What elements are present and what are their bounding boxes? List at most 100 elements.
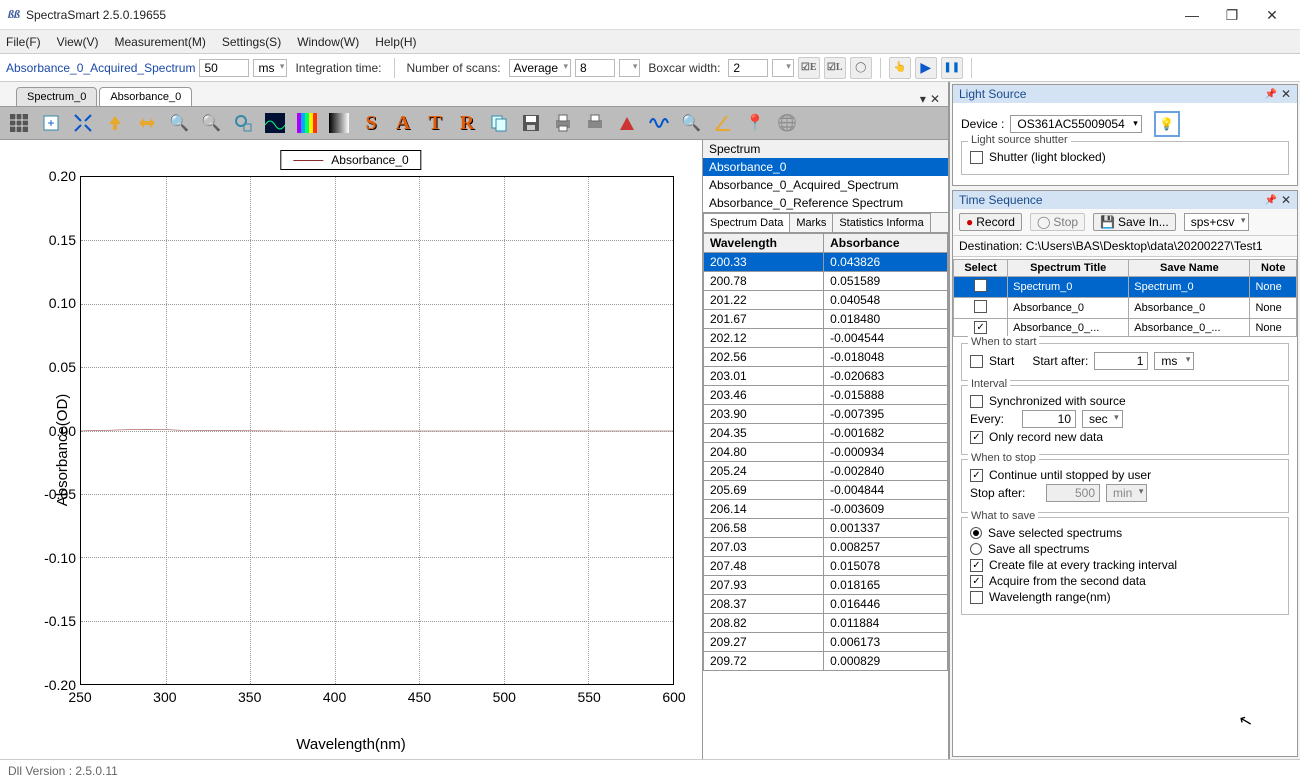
data-row[interactable]: 200.330.043826	[704, 253, 948, 272]
zoom-rect-icon[interactable]	[228, 109, 258, 137]
boxcar-unit[interactable]	[772, 59, 793, 77]
scans-unit[interactable]	[619, 59, 640, 77]
menu-measurement[interactable]: Measurement(M)	[114, 35, 205, 49]
data-row[interactable]: 201.670.018480	[704, 310, 948, 329]
device-select[interactable]: OS361AC55009054	[1010, 115, 1141, 133]
tab-spectrum-0[interactable]: Spectrum_0	[16, 87, 97, 106]
wl-range-checkbox[interactable]	[970, 591, 983, 604]
data-table[interactable]: Wavelength Absorbance 200.330.043826200.…	[703, 233, 948, 759]
ts-row[interactable]: Spectrum_0Spectrum_0None	[954, 277, 1297, 298]
sync-checkbox[interactable]	[970, 395, 983, 408]
print2-icon[interactable]	[580, 109, 610, 137]
data-row[interactable]: 209.720.000829	[704, 652, 948, 671]
data-row[interactable]: 207.030.008257	[704, 538, 948, 557]
save-all-radio[interactable]	[970, 543, 982, 555]
continue-checkbox[interactable]: ✓	[970, 469, 983, 482]
data-row[interactable]: 202.56-0.018048	[704, 348, 948, 367]
play-button[interactable]: ▶	[915, 57, 937, 79]
tab-dropdown-icon[interactable]: ▾	[920, 92, 926, 106]
bulb-icon[interactable]: 💡	[1154, 111, 1180, 137]
data-row[interactable]: 207.480.015078	[704, 557, 948, 576]
toggle-l-button[interactable]: ☑L	[824, 57, 846, 79]
data-row[interactable]: 206.580.001337	[704, 519, 948, 538]
menu-view[interactable]: View(V)	[57, 35, 99, 49]
toggle-e-button[interactable]: ☑E	[798, 57, 820, 79]
t-letter-icon[interactable]: T	[420, 109, 450, 137]
plot-box[interactable]	[80, 176, 674, 685]
ts-row[interactable]: ✓Absorbance_0_...Absorbance_0_...None	[954, 319, 1297, 337]
pointer-tool-icon[interactable]: 👆	[889, 57, 911, 79]
data-row[interactable]: 202.12-0.004544	[704, 329, 948, 348]
add-icon[interactable]: +	[36, 109, 66, 137]
lr-arrow-icon[interactable]	[132, 109, 162, 137]
rainbow-icon[interactable]	[292, 109, 322, 137]
data-row[interactable]: 204.80-0.000934	[704, 443, 948, 462]
pin-icon[interactable]: 📍	[740, 109, 770, 137]
ts-row[interactable]: Absorbance_0Absorbance_0None	[954, 298, 1297, 319]
zoom-out-icon[interactable]: 🔍	[196, 109, 226, 137]
pin-icon[interactable]: 📌	[1264, 195, 1276, 206]
a-letter-icon[interactable]: A	[388, 109, 418, 137]
pause-button[interactable]: ❚❚	[941, 57, 963, 79]
tab-marks[interactable]: Marks	[789, 213, 833, 232]
data-row[interactable]: 203.46-0.015888	[704, 386, 948, 405]
tab-spectrum-data[interactable]: Spectrum Data	[703, 213, 790, 232]
fit-icon[interactable]	[68, 109, 98, 137]
spectrum-list-item[interactable]: Absorbance_0_Acquired_Spectrum	[703, 176, 948, 194]
spectrum-list[interactable]: Spectrum Absorbance_0Absorbance_0_Acquir…	[703, 140, 948, 213]
only-new-checkbox[interactable]: ✓	[970, 431, 983, 444]
format-select[interactable]: sps+csv	[1184, 213, 1250, 231]
gray-icon[interactable]	[324, 109, 354, 137]
col-wavelength[interactable]: Wavelength	[704, 234, 824, 253]
peak-icon[interactable]	[612, 109, 642, 137]
wave-icon[interactable]	[644, 109, 674, 137]
scans-value[interactable]	[575, 59, 615, 77]
average-select[interactable]: Average	[509, 59, 571, 77]
data-row[interactable]: 205.24-0.002840	[704, 462, 948, 481]
print-icon[interactable]	[548, 109, 578, 137]
boxcar-value[interactable]	[728, 59, 768, 77]
panel-close-icon[interactable]: ✕	[1281, 193, 1291, 207]
maximize-button[interactable]: ❐	[1212, 1, 1252, 29]
data-row[interactable]: 208.370.016446	[704, 595, 948, 614]
every-value[interactable]	[1022, 410, 1076, 428]
integration-unit-select[interactable]: ms	[253, 59, 287, 77]
panel-close-icon[interactable]: ✕	[1281, 87, 1291, 101]
data-row[interactable]: 201.220.040548	[704, 291, 948, 310]
col-absorbance[interactable]: Absorbance	[824, 234, 948, 253]
menu-help[interactable]: Help(H)	[375, 35, 416, 49]
data-row[interactable]: 209.270.006173	[704, 633, 948, 652]
every-unit-select[interactable]: sec	[1082, 410, 1123, 428]
menu-window[interactable]: Window(W)	[297, 35, 359, 49]
save-icon[interactable]	[516, 109, 546, 137]
data-row[interactable]: 203.90-0.007395	[704, 405, 948, 424]
zoom-in-icon[interactable]: 🔍	[164, 109, 194, 137]
toggle-c-button[interactable]: ◯	[850, 57, 872, 79]
angle-icon[interactable]	[708, 109, 738, 137]
shutter-checkbox[interactable]	[970, 151, 983, 164]
r-letter-icon[interactable]: R	[452, 109, 482, 137]
ts-spectrum-table[interactable]: Select Spectrum Title Save Name Note Spe…	[953, 259, 1297, 337]
save-selected-radio[interactable]	[970, 527, 982, 539]
data-row[interactable]: 205.69-0.004844	[704, 481, 948, 500]
start-after-value[interactable]	[1094, 352, 1148, 370]
start-unit-select[interactable]: ms	[1154, 352, 1194, 370]
start-checkbox[interactable]	[970, 355, 983, 368]
acquire-second-checkbox[interactable]: ✓	[970, 575, 983, 588]
scope-icon[interactable]	[260, 109, 290, 137]
record-button[interactable]: ●Record	[959, 213, 1022, 231]
up-arrow-icon[interactable]	[100, 109, 130, 137]
s-letter-icon[interactable]: S	[356, 109, 386, 137]
search-icon[interactable]: 🔍	[676, 109, 706, 137]
menu-file[interactable]: File(F)	[6, 35, 41, 49]
menu-settings[interactable]: Settings(S)	[222, 35, 281, 49]
globe-icon[interactable]: 🌐	[772, 109, 802, 137]
spectrum-list-item[interactable]: Absorbance_0_Reference Spectrum	[703, 194, 948, 212]
data-row[interactable]: 200.780.051589	[704, 272, 948, 291]
pin-icon[interactable]: 📌	[1264, 89, 1276, 100]
data-row[interactable]: 204.35-0.001682	[704, 424, 948, 443]
minimize-button[interactable]: —	[1172, 1, 1212, 29]
close-button[interactable]: ✕	[1252, 1, 1292, 29]
spectrum-list-item[interactable]: Absorbance_0	[703, 158, 948, 176]
data-row[interactable]: 203.01-0.020683	[704, 367, 948, 386]
